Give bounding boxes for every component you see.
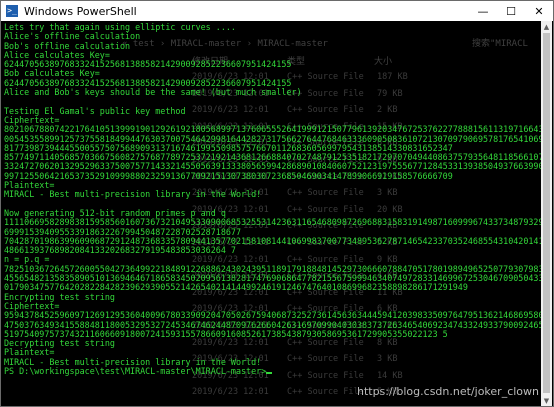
prompt-line: PS D:\workingspace\test\MIRACL-master\MI… <box>4 366 542 376</box>
minimize-button[interactable]: — <box>469 1 497 21</box>
maximize-button[interactable]: ☐ <box>497 1 525 21</box>
close-button[interactable]: ✕ <box>525 1 553 21</box>
window-title: Windows PowerShell <box>24 4 137 18</box>
window-controls: — ☐ ✕ <box>469 1 553 21</box>
title-bar[interactable]: >_ Windows PowerShell — ☐ ✕ <box>1 1 553 21</box>
powershell-icon-glyph: >_ <box>7 6 17 15</box>
text-cursor <box>266 371 273 374</box>
watermark: https://blog.csdn.net/joker_clown <box>356 385 539 398</box>
console-line: Decrypting test string <box>4 338 115 349</box>
console-line: Encrypting test string <box>4 291 115 302</box>
explorer-cell-type: C++ Source File <box>287 387 364 398</box>
scroll-down-arrow-icon[interactable]: ▼ <box>541 395 552 406</box>
powershell-icon[interactable]: >_ <box>6 5 18 17</box>
powershell-window: >_ Windows PowerShell — ☐ ✕ « test › MIR… <box>0 0 554 407</box>
scroll-up-arrow-icon[interactable]: ▲ <box>541 21 552 32</box>
console-line: Testing El Gamal's public key method <box>4 105 186 116</box>
console-line: MIRACL - Best multi-precision library in… <box>4 189 262 200</box>
console-line: 9971255064216537352910999880232591367709… <box>4 170 453 181</box>
console-line: Alice and Bob's keys should be the same!… <box>4 87 302 98</box>
console-output: Lets try that again using elliptic curve… <box>4 22 542 376</box>
vertical-scrollbar[interactable]: ▲ ▼ <box>541 21 552 406</box>
explorer-cell-date: 2019/6/23 12:01 <box>192 387 269 398</box>
scrollbar-thumb[interactable] <box>543 33 550 393</box>
console-area[interactable]: « test › MIRACL-master › MIRACL-master 搜… <box>2 21 542 406</box>
console-line: 4866139376898208413320268327919548385303… <box>4 245 236 256</box>
